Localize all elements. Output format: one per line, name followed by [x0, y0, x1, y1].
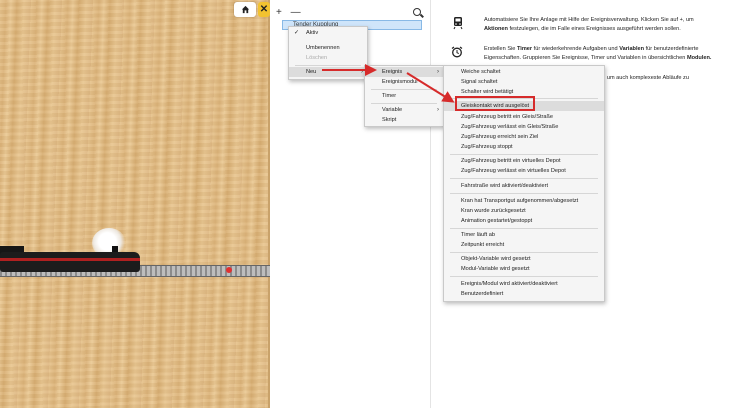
menu-label: Löschen: [306, 55, 328, 61]
description-paragraph-3: ache, um auch komplexeste Abläufe zu: [591, 74, 741, 83]
menu-item-aktiv[interactable]: ✓ Aktiv: [289, 28, 367, 38]
menu-label: Skript: [382, 117, 397, 123]
menu-label: Timer: [382, 93, 397, 99]
menu-item-ereignismodul[interactable]: Ereignismodul: [365, 77, 443, 87]
menu-item-variable[interactable]: Variable ›: [365, 105, 443, 115]
menu-item-event[interactable]: Kran hat Transportgut aufgenommen/abgese…: [444, 196, 604, 206]
menu-item-skript[interactable]: Skript: [365, 115, 443, 125]
menu-separator: [450, 252, 598, 253]
tool-button[interactable]: ✕: [258, 2, 270, 17]
menu-item-event[interactable]: Timer läuft ab: [444, 230, 604, 240]
track-contact-marker[interactable]: [226, 267, 232, 273]
menu-item-event[interactable]: Benutzerdefiniert: [444, 289, 604, 299]
context-menu: ✓ Aktiv Umbenennen Löschen Neu ›: [288, 26, 368, 80]
bold-text: Variablen: [619, 46, 645, 52]
tool-icon: ✕: [259, 4, 269, 15]
menu-item-event[interactable]: Zug/Fahrzeug verlässt ein Gleis/Straße: [444, 122, 604, 132]
menu-separator: [450, 276, 598, 277]
menu-separator: [450, 193, 598, 194]
menu-label: Neu: [306, 69, 317, 75]
menu-item-event[interactable]: Zeitpunkt erreicht: [444, 240, 604, 250]
menu-item-event[interactable]: Zug/Fahrzeug stoppt: [444, 142, 604, 152]
menu-item-event[interactable]: Zug/Fahrzeug betritt ein virtuelles Depo…: [444, 156, 604, 166]
checkmark-icon: ✓: [294, 30, 300, 36]
description-line: Aktionen festzulegen, die im Falle eines…: [436, 25, 736, 34]
menu-label: Umbenennen: [306, 45, 340, 51]
text: festzulegen, die im Falle eines Ereignis…: [507, 25, 681, 32]
description-line: Erstellen Sie Timer für wiederkehrende A…: [436, 45, 736, 54]
bold-text: Modulen.: [686, 54, 712, 61]
description-line: Automatisiere Sie Ihre Anlage mit Hilfe …: [484, 17, 694, 23]
menu-item-event[interactable]: Ereignis/Modul wird aktiviert/deaktivier…: [444, 279, 604, 289]
steam-locomotive[interactable]: [0, 252, 140, 272]
menu-label: Ereignismodul: [382, 79, 418, 85]
menu-item-loeschen: Löschen: [289, 53, 367, 63]
home-icon: [241, 5, 249, 14]
menu-item-ereignis[interactable]: Ereignis ›: [365, 67, 443, 77]
menu-item-event[interactable]: Weiche schaltet: [444, 67, 604, 77]
menu-separator: [450, 178, 598, 179]
text: für wiederkehrende Aufgaben und: [532, 46, 620, 52]
menu-item-event[interactable]: Zug/Fahrzeug erreicht sein Ziel: [444, 132, 604, 142]
menu-item-timer[interactable]: Timer: [365, 91, 443, 101]
layout-canvas[interactable]: [0, 0, 270, 408]
menu-item-event[interactable]: Fahrstraße wird aktiviert/deaktiviert: [444, 181, 604, 191]
menu-separator: [371, 103, 437, 104]
menu-separator: [371, 89, 437, 90]
description-paragraph-1: Automatisiere Sie Ihre Anlage mit Hilfe …: [436, 16, 736, 33]
menu-item-event[interactable]: Signal schaltet: [444, 77, 604, 87]
menu-separator: [295, 65, 361, 66]
menu-item-event[interactable]: Animation gestartet/gestoppt: [444, 216, 604, 226]
menu-label: Aktiv: [306, 30, 319, 36]
menu-label: Variable: [382, 107, 403, 113]
description-paragraph-2: Erstellen Sie Timer für wiederkehrende A…: [436, 45, 736, 62]
text: Eigenschaften. Gruppieren Sie Ereignisse…: [484, 54, 687, 61]
neu-submenu: Ereignis › Ereignismodul Timer Variable › …: [364, 65, 444, 127]
highlight-box: [455, 96, 535, 111]
menu-item-event[interactable]: Zug/Fahrzeug betritt ein Gleis/Straße: [444, 112, 604, 122]
bold-text: Aktionen: [484, 25, 508, 32]
add-remove-buttons[interactable]: + —: [276, 7, 304, 18]
chevron-right-icon: ›: [361, 69, 363, 75]
menu-item-neu[interactable]: Neu ›: [289, 67, 367, 77]
chevron-right-icon: ›: [437, 69, 439, 75]
menu-separator: [450, 154, 598, 155]
description-line: Eigenschaften. Gruppieren Sie Ereignisse…: [436, 54, 736, 63]
text: , um auch komplexeste Abläufe zu: [603, 75, 689, 81]
text: Erstellen Sie: [484, 46, 517, 52]
menu-item-event[interactable]: Modul-Variable wird gesetzt: [444, 264, 604, 274]
menu-item-event[interactable]: Zug/Fahrzeug verlässt ein virtuelles Dep…: [444, 166, 604, 176]
bold-text: Timer: [516, 46, 533, 52]
search-icon[interactable]: [413, 8, 421, 16]
chevron-right-icon: ›: [437, 107, 439, 113]
text: für benutzerdefinierte: [644, 46, 699, 52]
menu-separator: [450, 228, 598, 229]
home-button[interactable]: [234, 2, 256, 17]
menu-item-event[interactable]: Objekt-Variable wird gesetzt: [444, 254, 604, 264]
menu-label: Ereignis: [382, 69, 403, 75]
menu-item-event[interactable]: Kran wurde zurückgesetzt: [444, 206, 604, 216]
menu-item-umbenennen[interactable]: Umbenennen: [289, 43, 367, 53]
